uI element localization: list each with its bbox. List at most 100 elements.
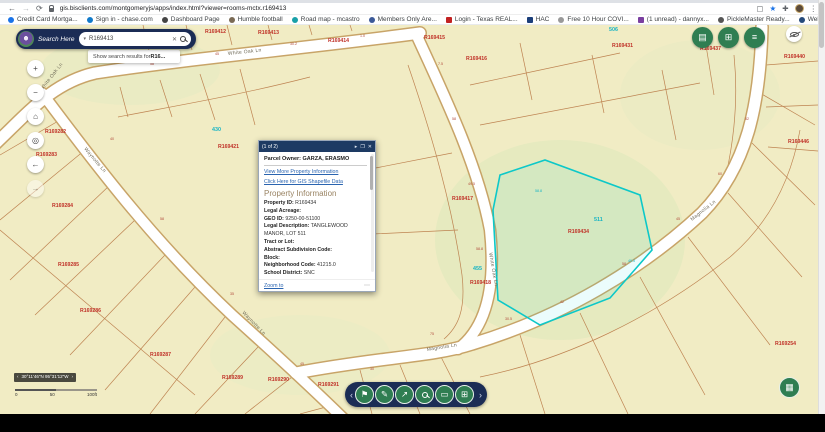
search-label: Search Here <box>38 36 75 43</box>
extensions-icon[interactable]: ✚ <box>782 4 788 13</box>
bookmark-item[interactable]: Login - Texas REAL... <box>446 16 518 23</box>
browser-menu-icon[interactable]: ⋮ <box>810 4 818 13</box>
dimension-label: 49.5 <box>468 182 475 186</box>
parcel-id-label: R169286 <box>80 308 101 314</box>
dimension-label: 45 <box>300 362 304 366</box>
search-value[interactable]: R169413 <box>89 36 169 42</box>
popup-next-icon[interactable]: ▸ <box>355 144 358 150</box>
parcel-id-label: R169413 <box>258 30 279 36</box>
refresh-icon[interactable]: ⟳ <box>36 5 43 13</box>
scale-tick-label: 50 <box>50 392 55 397</box>
bookmarks-button[interactable]: ⚑ <box>355 385 374 404</box>
draw-button[interactable]: ✎ <box>375 385 394 404</box>
zoom-in-button[interactable]: + <box>27 60 44 77</box>
next-extent-button[interactable]: → <box>27 180 44 197</box>
bookmark-item[interactable]: (1 unread) - dannyx... <box>638 16 709 23</box>
browser-address-bar: ← → ⟳ gis.bisclients.com/montgomeryjs/ap… <box>0 3 825 15</box>
search-suggestion[interactable]: Show search results for R16... <box>88 50 180 63</box>
view-more-link[interactable]: View More Property Information <box>264 169 367 175</box>
bookmark-item[interactable]: Credit Card Mortga... <box>8 16 78 23</box>
layers-button[interactable]: ≡ <box>744 27 765 48</box>
property-field: Block: <box>264 255 367 263</box>
bookmark-item[interactable]: HAC <box>527 16 550 23</box>
popup-title-bar[interactable]: (1 of 2) ▸ ❐ ✕ <box>259 141 375 152</box>
share-button[interactable]: ↗ <box>395 385 414 404</box>
property-field: Tract or Lot: <box>264 239 367 247</box>
parcel-id-label: R169431 <box>612 43 633 49</box>
basemap-button[interactable]: ⊞ <box>718 27 739 48</box>
measure-button[interactable]: ▭ <box>435 385 454 404</box>
lot-number-label: 506 <box>609 27 618 33</box>
scale-tick-label: 0 <box>15 392 18 397</box>
attribute-table-button[interactable]: ▦ <box>779 377 800 398</box>
dimension-label: 30 <box>370 367 374 371</box>
coords-left-arrow[interactable]: ‹ <box>17 375 19 380</box>
bookmark-favicon <box>527 17 533 23</box>
add-data-button[interactable]: ⊞ <box>455 385 474 404</box>
bookmark-item[interactable]: Road map - mcastro <box>292 16 360 23</box>
bookmark-item[interactable]: Free 10 Hour COVI... <box>558 16 628 23</box>
url-text[interactable]: gis.bisclients.com/montgomeryjs/apps/ind… <box>60 5 751 12</box>
search-input[interactable]: ▾ R169413 ✕ <box>79 32 192 46</box>
bookmark-favicon <box>799 17 805 23</box>
parcel-id-label: R169417 <box>452 196 473 202</box>
print-button[interactable]: ▤ <box>692 27 713 48</box>
eye-slash-icon <box>790 32 799 37</box>
coordinates-readout[interactable]: ‹ 30°11'46"N 95°31'12"W › <box>14 373 76 382</box>
popup-close-icon[interactable]: ✕ <box>368 144 372 150</box>
dimension-label: 60 <box>718 172 722 176</box>
browser-scrollbar[interactable] <box>818 0 825 414</box>
side-panel-icon[interactable]: ▢ <box>756 4 763 13</box>
parcel-id-label: R169412 <box>205 29 226 35</box>
dimension-label: 7.5 <box>438 62 443 66</box>
bookmark-item[interactable]: PickleMaster Ready... <box>718 16 790 23</box>
popup-dock-icon[interactable]: ❐ <box>360 144 364 150</box>
zoom-out-button[interactable]: − <box>27 84 44 101</box>
property-field: Legal Description: TANGLEWOOD MANOR, LOT… <box>264 223 367 239</box>
forward-icon[interactable]: → <box>22 5 30 13</box>
shapefile-link[interactable]: Click Here for GIS Shapefile Data <box>264 179 367 185</box>
bookmark-favicon <box>292 17 298 23</box>
scale-bar: 050100ft <box>15 389 97 397</box>
map-canvas[interactable]: White Oak LnWhite Oak LnWhite Oak LnMagn… <box>0 25 818 414</box>
parcel-id-label: R169290 <box>268 377 289 383</box>
locate-button[interactable]: ◎ <box>27 132 44 149</box>
home-button[interactable]: ⌂ <box>27 108 44 125</box>
visibility-toggle-button[interactable] <box>786 26 802 42</box>
parcel-id-label: R169254 <box>775 341 796 347</box>
search-widget: Search Here ▾ R169413 ✕ <box>16 29 196 49</box>
bookmark-label: Free 10 Hour COVI... <box>567 16 628 23</box>
parcel-id-label: R169440 <box>784 54 805 60</box>
prev-extent-button[interactable]: ← <box>27 156 44 173</box>
popup-scrollbar[interactable] <box>371 154 374 272</box>
bookmark-item[interactable]: Sign in - chase.com <box>87 16 153 23</box>
zoom-to-link[interactable]: Zoom to <box>264 283 364 289</box>
suggestion-term: R16... <box>150 54 165 60</box>
bookmark-item[interactable]: Humble football <box>229 16 283 23</box>
bookmark-label: Members Only Are... <box>378 16 437 23</box>
toolbar-prev-icon[interactable]: ‹ <box>349 390 354 400</box>
popup-body: Parcel Owner: GARZA, ERASMO View More Pr… <box>259 152 375 279</box>
toolbar-next-icon[interactable]: › <box>478 390 483 400</box>
bookmark-star-icon[interactable]: ★ <box>769 4 776 13</box>
dimension-label: 52 <box>745 117 749 121</box>
back-icon[interactable]: ← <box>8 5 16 13</box>
clear-search-icon[interactable]: ✕ <box>172 36 177 43</box>
popup-more-icon[interactable]: ⋯ <box>364 282 370 289</box>
query-button[interactable] <box>415 385 434 404</box>
parcel-map[interactable]: White Oak LnWhite Oak LnWhite Oak LnMagn… <box>0 25 818 414</box>
lot-number-label: 430 <box>212 127 221 133</box>
bookmark-item[interactable]: Members Only Are... <box>369 16 437 23</box>
property-field: Abstract Subdivision Code: <box>264 247 367 255</box>
dimension-label: 35 <box>230 292 234 296</box>
profile-avatar[interactable] <box>795 4 804 13</box>
search-icon[interactable] <box>180 36 186 42</box>
dimension-label: 40 <box>110 137 114 141</box>
chevron-down-icon[interactable]: ▾ <box>84 36 87 42</box>
owner-label: Parcel Owner: <box>264 156 301 162</box>
letterbox-bar <box>0 414 825 432</box>
bookmark-item[interactable]: Dashboard Page <box>162 16 220 23</box>
lock-icon <box>49 8 54 12</box>
dimension-label: 30.2 <box>290 42 297 46</box>
coords-right-arrow[interactable]: › <box>71 375 73 380</box>
